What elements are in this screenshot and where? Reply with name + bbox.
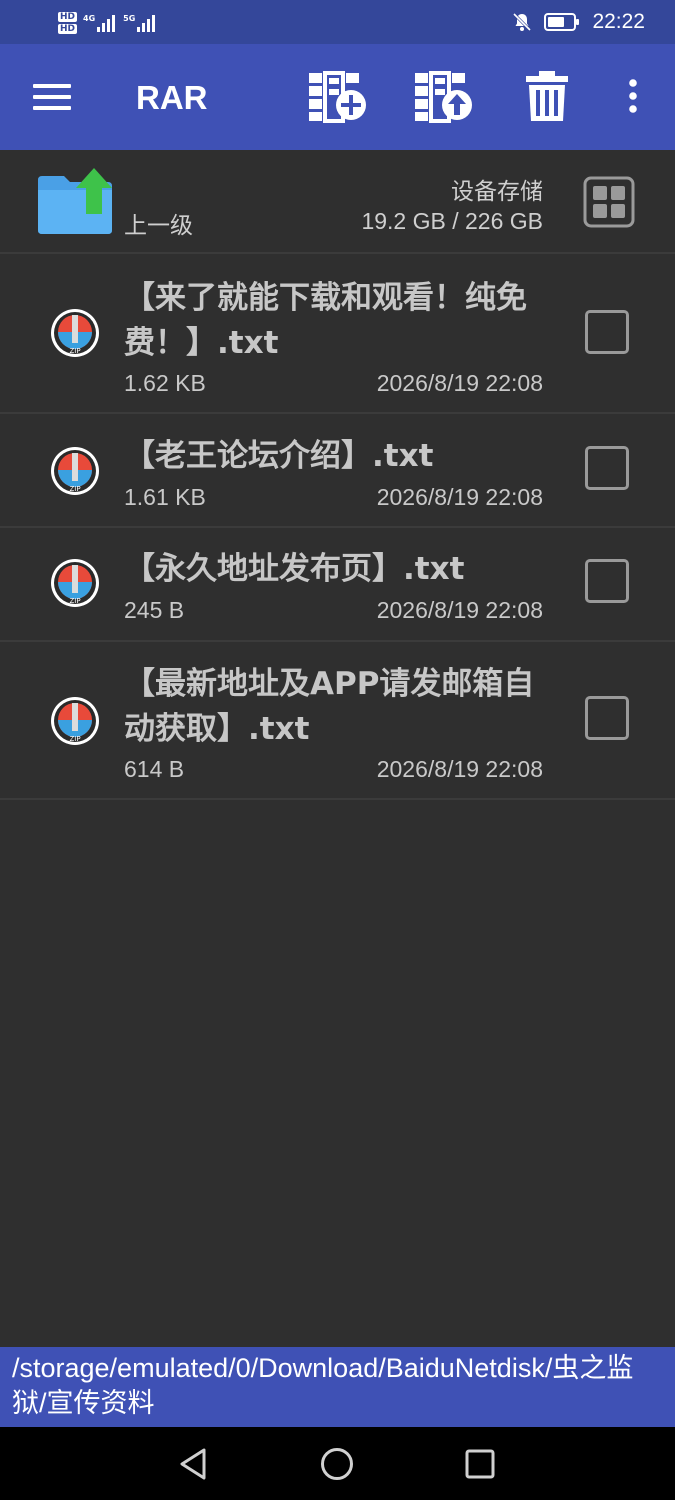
parent-folder-row[interactable]: 上一级 设备存储 19.2 GB / 226 GB [0,150,675,254]
file-size: 614 B [124,756,185,782]
hd-badge-2: HD [58,24,78,34]
file-date: 2026/8/19 22:08 [376,370,543,396]
more-options-button[interactable] [598,66,668,126]
svg-text:ZIP: ZIP [69,735,80,743]
grid-view-icon[interactable] [583,176,635,228]
file-name: 【永久地址发布页】.txt [124,551,465,587]
network-type-label-2: 5G [123,14,136,23]
path-bar: /storage/emulated/0/Download/BaiduNetdis… [0,1347,675,1427]
navigation-bar [0,1427,675,1500]
signal-strength-icon [97,15,116,32]
file-row[interactable]: ZIP 【永久地址发布页】.txt 245 B 2026/8/19 22:08 [0,528,675,642]
extract-archive-icon [415,71,472,123]
storage-name: 设备存储 [451,179,543,205]
hd-indicators: HD HD [58,12,78,34]
file-size: 1.61 KB [124,484,206,510]
recents-icon [465,1449,495,1479]
file-name: 【老王论坛介绍】.txt [124,438,434,474]
back-button[interactable] [168,1439,218,1489]
file-row[interactable]: ZIP 【老王论坛介绍】.txt 1.61 KB 2026/8/19 22:08 [0,414,675,528]
archive-file-icon: ZIP [51,447,99,495]
app-title: RAR [136,79,208,116]
file-select-checkbox[interactable] [585,559,629,603]
file-size: 1.62 KB [124,370,206,396]
hamburger-menu-icon [33,84,71,110]
archive-file-icon: ZIP [51,697,99,745]
current-path: /storage/emulated/0/Download/BaiduNetdis… [12,1353,634,1418]
delete-icon [526,71,568,121]
file-select-checkbox[interactable] [585,696,629,740]
svg-text:ZIP: ZIP [69,347,80,355]
file-date: 2026/8/19 22:08 [376,756,543,782]
add-archive-button[interactable] [302,66,372,126]
status-bar: HD HD 4G 5G 22:22 [0,0,675,44]
notifications-off-icon [513,12,532,32]
folder-up-icon [38,168,112,234]
extract-archive-button[interactable] [408,66,478,126]
status-left-group: HD HD 4G 5G [58,6,157,40]
file-row[interactable]: ZIP 【最新地址及APP请发邮箱自动获取】.txt 614 B 2026/8/… [0,642,675,800]
file-name: 【来了就能下载和观看！纯免费！】.txt [124,280,527,361]
hd-badge-1: HD [58,12,78,22]
status-right-group: 22:22 [512,0,645,44]
status-time: 22:22 [592,10,645,33]
storage-size: 19.2 GB / 226 GB [361,208,543,234]
menu-button[interactable] [22,72,82,122]
signal-strength-icon [137,15,156,32]
signal-1: 4G [83,14,117,32]
file-date: 2026/8/19 22:08 [376,597,543,623]
app-bar: RAR [0,44,675,150]
file-name: 【最新地址及APP请发邮箱自动获取】.txt [124,666,535,747]
signal-2: 5G [123,14,157,32]
home-icon [321,1448,353,1480]
file-select-checkbox[interactable] [585,310,629,354]
file-select-checkbox[interactable] [585,446,629,490]
battery-icon [544,13,580,31]
archive-file-icon: ZIP [51,559,99,607]
network-type-label-1: 4G [83,14,96,23]
parent-folder-label: 上一级 [124,213,193,239]
add-archive-icon [309,71,366,123]
svg-text:ZIP: ZIP [69,485,80,493]
file-date: 2026/8/19 22:08 [376,484,543,510]
back-icon [180,1448,206,1480]
file-row[interactable]: ZIP 【来了就能下载和观看！纯免费！】.txt 1.62 KB 2026/8/… [0,254,675,414]
home-button[interactable] [312,1439,362,1489]
recents-button[interactable] [455,1439,505,1489]
delete-button[interactable] [512,66,582,126]
archive-file-icon: ZIP [51,309,99,357]
file-size: 245 B [124,597,185,623]
svg-text:ZIP: ZIP [69,597,80,605]
more-options-icon [629,79,637,113]
